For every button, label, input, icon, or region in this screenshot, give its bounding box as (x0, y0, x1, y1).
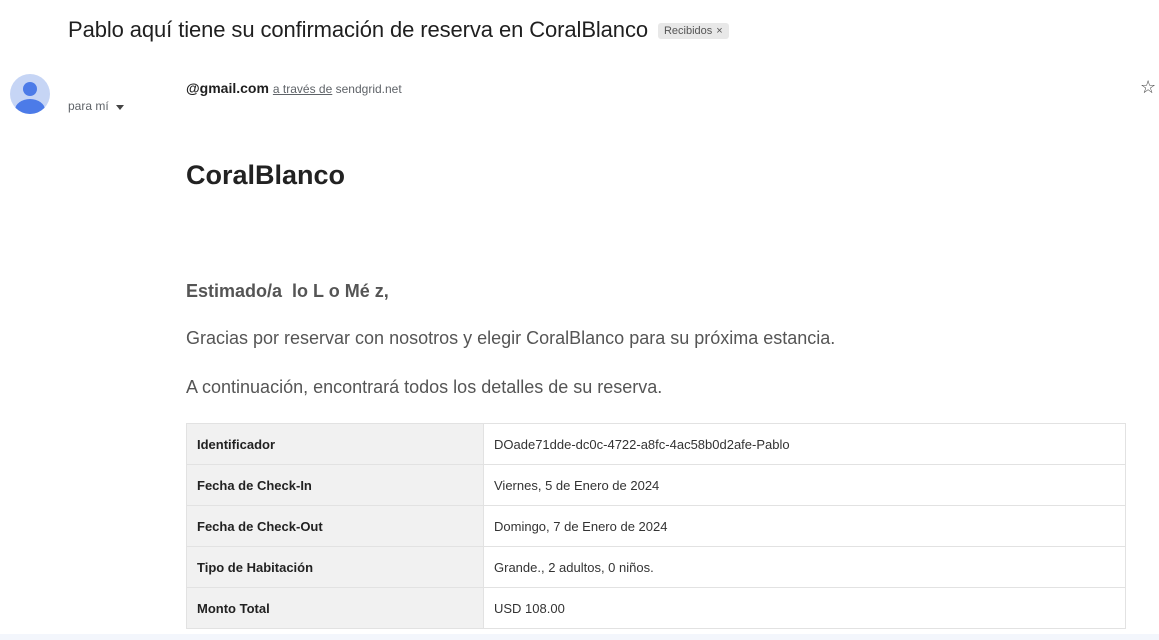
email-subject-row: Pablo aquí tiene su confirmación de rese… (68, 17, 729, 43)
detail-value: Grande., 2 adultos, 0 niños. (483, 546, 1126, 588)
inbox-label-text: Recibidos (663, 25, 713, 37)
star-icon[interactable]: ☆ (1140, 77, 1156, 98)
detail-key: Tipo de Habitación (186, 546, 484, 588)
chevron-down-icon[interactable] (115, 104, 124, 110)
greeting-prefix: Estimado/a (186, 281, 283, 301)
remove-label-icon[interactable]: × (716, 25, 722, 37)
detail-value: Viernes, 5 de Enero de 2024 (483, 464, 1126, 506)
table-row: Monto Total USD 108.00 (186, 587, 1126, 629)
avatar-head (23, 82, 37, 96)
via-domain: sendgrid.net (335, 82, 402, 96)
table-row: Identificador DOade71dde-dc0c-4722-a8fc-… (186, 423, 1126, 465)
reservation-details-table: Identificador DOade71dde-dc0c-4722-a8fc-… (186, 423, 1126, 629)
brand-heading: CoralBlanco (186, 160, 346, 190)
greeting-name-redacted: lo L o Mé z, (292, 281, 389, 301)
avatar-body (15, 99, 45, 114)
detail-key: Fecha de Check-In (186, 464, 484, 506)
recipient-row[interactable]: para mí (68, 99, 124, 113)
table-row: Fecha de Check-In Viernes, 5 de Enero de… (186, 464, 1126, 506)
via-link[interactable]: a través de (273, 82, 332, 96)
via-info: a través de sendgrid.net (273, 82, 402, 96)
sender-row: @gmail.com a través de sendgrid.net (68, 79, 402, 96)
table-row: Fecha de Check-Out Domingo, 7 de Enero d… (186, 505, 1126, 547)
detail-key: Identificador (186, 423, 484, 465)
detail-value: DOade71dde-dc0c-4722-a8fc-4ac58b0d2afe-P… (483, 423, 1126, 465)
details-intro-paragraph: A continuación, encontrará todos los det… (186, 377, 663, 397)
detail-key: Monto Total (186, 587, 484, 629)
email-subject: Pablo aquí tiene su confirmación de rese… (68, 17, 648, 42)
recipient-label: para mí (68, 99, 109, 113)
inbox-label-chip[interactable]: Recibidos × (657, 23, 729, 39)
detail-value: Domingo, 7 de Enero de 2024 (483, 505, 1126, 547)
detail-key: Fecha de Check-Out (186, 505, 484, 547)
thanks-paragraph: Gracias por reservar con nosotros y eleg… (186, 328, 836, 348)
greeting: Estimado/a lo L o Mé z, (186, 281, 512, 302)
sender-email[interactable]: @gmail.com (186, 80, 269, 96)
redacted-sender-name (68, 79, 186, 93)
table-row: Tipo de Habitación Grande., 2 adultos, 0… (186, 546, 1126, 588)
sender-avatar[interactable] (10, 74, 50, 114)
detail-value: USD 108.00 (483, 587, 1126, 629)
bottom-strip (0, 634, 1159, 640)
